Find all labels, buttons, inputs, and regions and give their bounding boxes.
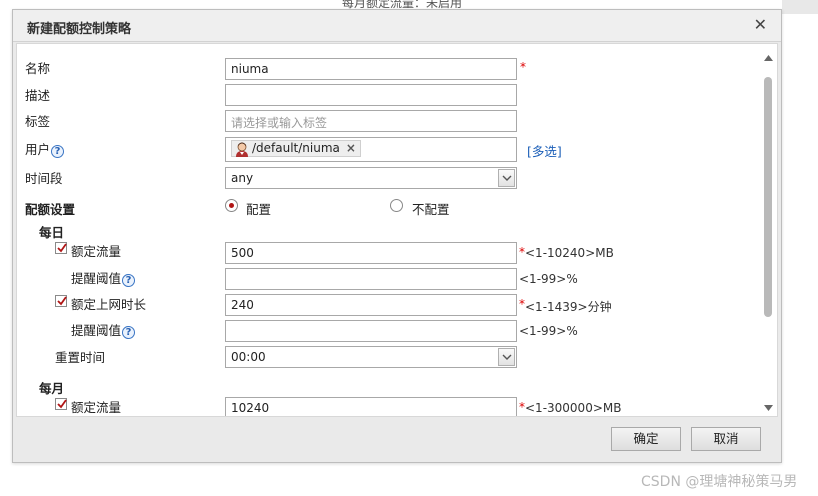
name-label: 名称 xyxy=(25,61,51,76)
quota-configure-label: 配置 xyxy=(246,202,272,217)
chevron-down-icon[interactable] xyxy=(498,169,515,187)
monthly-traffic-label: 额定流量 xyxy=(71,400,122,415)
user-avatar-icon xyxy=(236,142,248,157)
name-input[interactable]: niuma xyxy=(225,58,517,80)
time-period-select[interactable]: any xyxy=(225,167,517,189)
daily-time-alert-input[interactable] xyxy=(225,320,517,342)
monthly-traffic-input[interactable]: 10240 xyxy=(225,397,517,416)
user-label: 用户? xyxy=(25,139,65,158)
help-icon[interactable]: ? xyxy=(122,274,136,287)
multi-select-link[interactable]: [多选] xyxy=(527,141,562,160)
daily-time-alert-hint: <1-99>% xyxy=(519,324,578,338)
help-icon[interactable]: ? xyxy=(51,145,65,158)
time-period-label: 时间段 xyxy=(25,171,63,186)
name-required-mark: * xyxy=(520,60,526,74)
daily-traffic-alert-input[interactable] xyxy=(225,268,517,290)
monthly-traffic-checkbox[interactable] xyxy=(55,398,67,410)
close-icon[interactable]: ✕ xyxy=(754,15,767,34)
dialog-titlebar: 新建配额控制策略 ✕ xyxy=(13,10,781,42)
ok-button[interactable]: 确定 xyxy=(611,427,681,451)
daily-traffic-label: 额定流量 xyxy=(71,244,122,259)
daily-traffic-hint: <1-10240>MB xyxy=(525,246,614,260)
daily-traffic-input[interactable]: 500 xyxy=(225,242,517,264)
help-icon[interactable]: ? xyxy=(122,326,136,339)
daily-section-title: 每日 xyxy=(39,225,65,240)
description-input[interactable] xyxy=(225,84,517,106)
quota-not-configure-radio[interactable] xyxy=(390,199,403,212)
scrollbar-thumb[interactable] xyxy=(764,77,772,317)
daily-traffic-alert-label-text: 提醒阈值 xyxy=(71,271,122,286)
dialog-title: 新建配额控制策略 xyxy=(27,22,132,37)
watermark: CSDN @理塘神秘策马男 xyxy=(641,474,798,490)
background-strip xyxy=(782,0,818,14)
daily-traffic-alert-hint: <1-99>% xyxy=(519,272,578,286)
description-label: 描述 xyxy=(25,88,51,103)
tags-input[interactable]: 请选择或输入标签 xyxy=(225,110,517,132)
user-tag-label: /default/niuma xyxy=(252,141,340,155)
daily-online-time-checkbox[interactable] xyxy=(55,295,67,307)
quota-not-configure-label: 不配置 xyxy=(412,202,450,217)
daily-time-alert-label: 提醒阈值? xyxy=(71,320,136,339)
daily-online-time-label: 额定上网时长 xyxy=(71,297,147,312)
quota-settings-label: 配额设置 xyxy=(25,202,76,217)
user-tag: /default/niuma × xyxy=(231,140,361,157)
daily-time-alert-label-text: 提醒阈值 xyxy=(71,323,122,338)
quota-policy-dialog: 新建配额控制策略 ✕ 名称 niuma * 描述 标签 请选择或输入标签 用户? xyxy=(12,9,782,463)
vertical-scrollbar[interactable] xyxy=(761,44,775,416)
time-period-value: any xyxy=(231,171,254,185)
daily-online-time-input[interactable]: 240 xyxy=(225,294,517,316)
scroll-up-icon[interactable] xyxy=(764,54,773,61)
reset-time-label: 重置时间 xyxy=(55,350,106,365)
quota-configure-radio[interactable] xyxy=(225,199,238,212)
chevron-down-icon[interactable] xyxy=(498,348,515,366)
monthly-traffic-hint: <1-300000>MB xyxy=(525,401,622,415)
user-label-text: 用户 xyxy=(25,142,51,157)
cancel-button[interactable]: 取消 xyxy=(691,427,761,451)
dialog-content: 名称 niuma * 描述 标签 请选择或输入标签 用户? /default/n… xyxy=(16,43,778,417)
daily-traffic-checkbox[interactable] xyxy=(55,242,67,254)
daily-traffic-alert-label: 提醒阈值? xyxy=(71,268,136,287)
user-selector[interactable]: /default/niuma × xyxy=(225,137,517,162)
daily-online-time-hint: <1-1439>分钟 xyxy=(525,300,612,314)
monthly-section-title: 每月 xyxy=(39,381,65,396)
tags-label: 标签 xyxy=(25,114,51,129)
reset-time-select[interactable]: 00:00 xyxy=(225,346,517,368)
reset-time-value: 00:00 xyxy=(231,350,266,364)
remove-tag-icon[interactable]: × xyxy=(346,141,356,155)
scroll-down-icon[interactable] xyxy=(764,405,773,412)
